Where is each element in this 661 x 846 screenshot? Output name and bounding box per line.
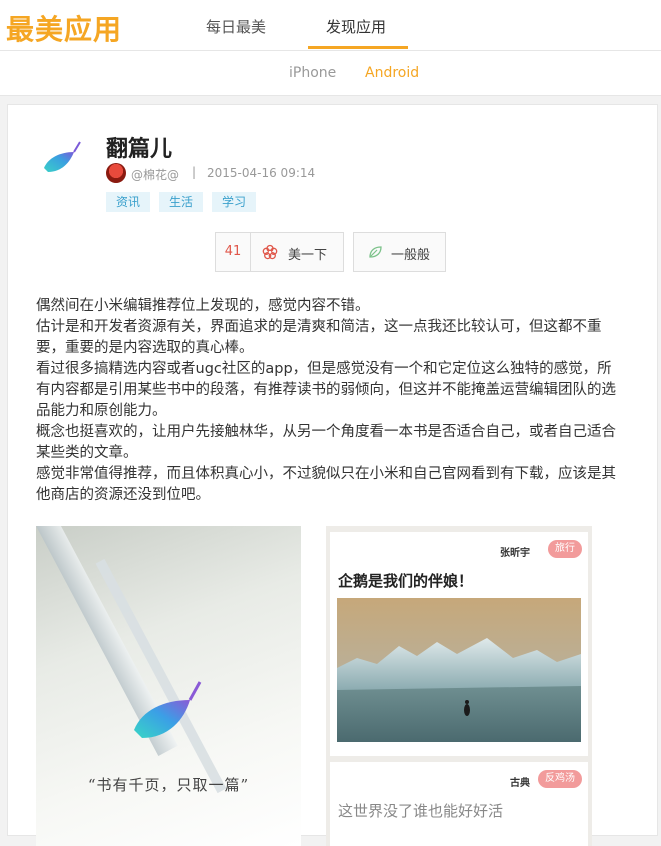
feed-author: 张昕宇 [500,548,530,559]
feed-author: 古典 [510,778,530,789]
feed-title: 这世界没了谁也能好好活 [338,802,504,820]
content-paragraph: 估计是和开发者资源有关，界面追求的是清爽和简洁，这一点我还比较认可，但这都不重要… [36,319,602,356]
splash-quote: “书有千页，只取一篇” [87,776,250,794]
content-paragraph: 看过很多搞精选内容或者ugc社区的app，但是感觉没有一个和它定位这么独特的感觉… [36,361,616,419]
avatar[interactable] [106,163,126,183]
meh-label: 一般般 [391,248,431,263]
feather-app-icon[interactable] [40,138,84,182]
like-label: 美一下 [288,248,328,263]
site-logo[interactable]: 最美应用 [6,8,122,48]
like-button[interactable]: 41 美一下 [215,232,344,272]
active-tab-indicator [308,46,408,49]
feed-card: 张昕宇 旅行 企鹅是我们的伴娘！ [330,532,588,756]
feather-logo-icon [134,681,202,738]
feed-tag: 旅行 [548,540,582,558]
separator: | [192,165,197,179]
penguin-photo [337,598,581,742]
app-title: 翻篇儿 [106,137,173,162]
meh-button[interactable]: 一般般 [353,232,446,272]
post-content: 偶然间在小米编辑推荐位上发现的，感觉内容不错。 估计是和开发者资源有关，界面追求… [36,296,616,506]
tag-life[interactable]: 生活 [159,192,204,212]
author-name[interactable]: @棉花@ [131,166,179,183]
tab-android[interactable]: Android [365,65,419,81]
tab-discover-apps[interactable]: 发现应用 [326,16,386,37]
platform-subnav: iPhone Android [0,51,661,96]
content-paragraph: 感觉非常值得推荐，而且体积真心小，不过貌似只在小米和自己官网看到有下载，应该是其… [36,466,616,503]
app-screenshot-splash[interactable]: “书有千页，只取一篇” [36,526,301,846]
tab-daily-best[interactable]: 每日最美 [206,16,266,37]
tag-study[interactable]: 学习 [212,192,257,212]
app-screenshot-feed[interactable]: 张昕宇 旅行 企鹅是我们的伴娘！ 古典 反鸡汤 这世界没了谁也能好好活 [326,526,592,846]
feed-title: 企鹅是我们的伴娘！ [338,572,474,590]
content-paragraph: 概念也挺喜欢的，让用户先接触林华，从另一个角度看一本书是否适合自己，或者自己适合… [36,424,616,461]
flower-icon [262,244,278,260]
content-paragraph: 偶然间在小米编辑推荐位上发现的，感觉内容不错。 [36,298,370,314]
leaf-icon [369,246,382,258]
feed-card: 古典 反鸡汤 这世界没了谁也能好好活 [330,762,588,846]
app-post-card: 翻篇儿 @棉花@ | 2015-04-16 09:14 资讯 生活 学习 41 … [7,104,658,846]
like-count: 41 [216,233,251,271]
top-header: 最美应用 每日最美 发现应用 [0,0,661,51]
post-time: 2015-04-16 09:14 [207,166,316,180]
feed-tag: 反鸡汤 [538,770,582,788]
tab-iphone[interactable]: iPhone [289,65,336,81]
tag-news[interactable]: 资讯 [106,192,151,212]
